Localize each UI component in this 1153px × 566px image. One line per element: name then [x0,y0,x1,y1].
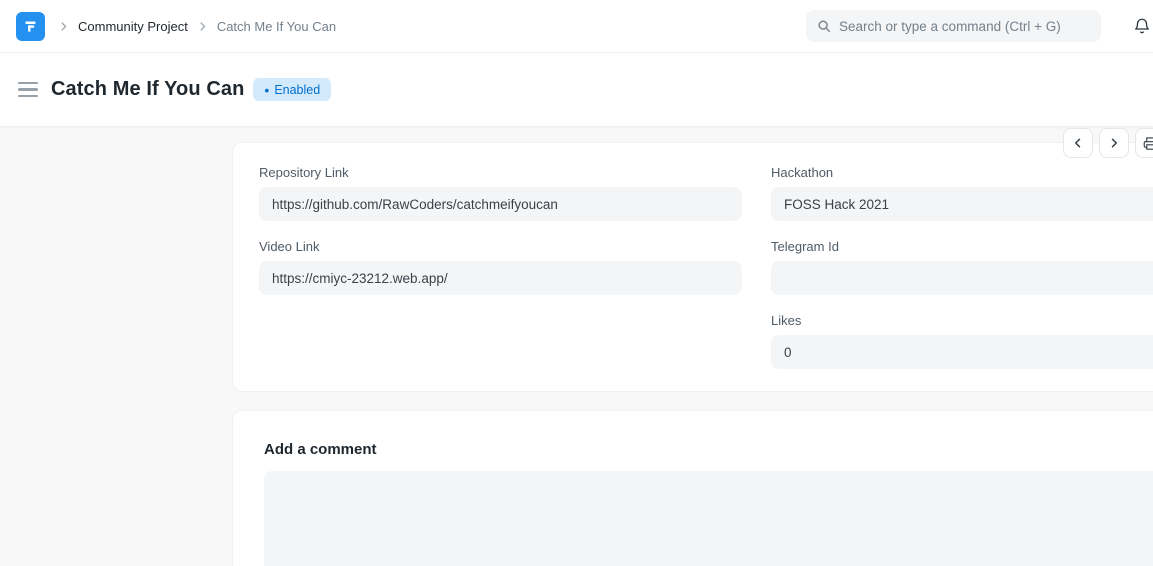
video-link-input[interactable] [259,261,742,295]
page-head: Catch Me If You Can • Enabled [0,53,1153,127]
status-badge-label: Enabled [274,83,320,97]
page-title: Catch Me If You Can [51,78,244,101]
frappe-logo[interactable] [16,12,45,41]
breadcrumb-item-current[interactable]: Catch Me If You Can [217,19,336,34]
form-column-right: Hackathon Telegram Id Likes [771,165,1153,369]
document-nav-actions [1063,128,1153,158]
status-dot-icon: • [264,83,269,97]
printer-icon [1143,136,1153,151]
likes-input[interactable] [771,335,1153,369]
sidebar-toggle-icon[interactable] [18,82,38,98]
telegram-id-label: Telegram Id [771,239,1153,254]
search-icon [817,19,831,33]
chevron-right-icon [1108,137,1120,149]
likes-label: Likes [771,313,1153,328]
hackathon-input[interactable] [771,187,1153,221]
comment-input[interactable] [264,471,1153,566]
comments-card: Add a comment [232,410,1153,566]
breadcrumb-item-community-project[interactable]: Community Project [78,19,188,34]
page-content: Repository Link Video Link Hackathon Tel… [0,127,1153,566]
video-link-field: Video Link [259,239,742,295]
hackathon-label: Hackathon [771,165,1153,180]
add-comment-heading: Add a comment [264,441,1153,458]
global-search-input[interactable]: Search or type a command (Ctrl + G) [806,10,1101,42]
chevron-right-icon [197,21,208,32]
telegram-id-field: Telegram Id [771,239,1153,295]
prev-document-button[interactable] [1063,128,1093,158]
breadcrumb: Community Project Catch Me If You Can [58,19,336,34]
chevron-left-icon [1072,137,1084,149]
form-column-left: Repository Link Video Link [259,165,742,369]
print-button[interactable] [1135,128,1153,158]
likes-field: Likes [771,313,1153,369]
video-link-label: Video Link [259,239,742,254]
status-badge: • Enabled [253,78,331,101]
repository-link-field: Repository Link [259,165,742,221]
next-document-button[interactable] [1099,128,1129,158]
repository-link-label: Repository Link [259,165,742,180]
chevron-right-icon [58,21,69,32]
telegram-id-input[interactable] [771,261,1153,295]
frappe-logo-icon [22,18,39,35]
repository-link-input[interactable] [259,187,742,221]
search-placeholder: Search or type a command (Ctrl + G) [839,19,1061,34]
notifications-bell-icon[interactable] [1133,17,1151,35]
project-details-card: Repository Link Video Link Hackathon Tel… [232,142,1153,392]
hackathon-field: Hackathon [771,165,1153,221]
navbar: Community Project Catch Me If You Can Se… [0,0,1153,53]
